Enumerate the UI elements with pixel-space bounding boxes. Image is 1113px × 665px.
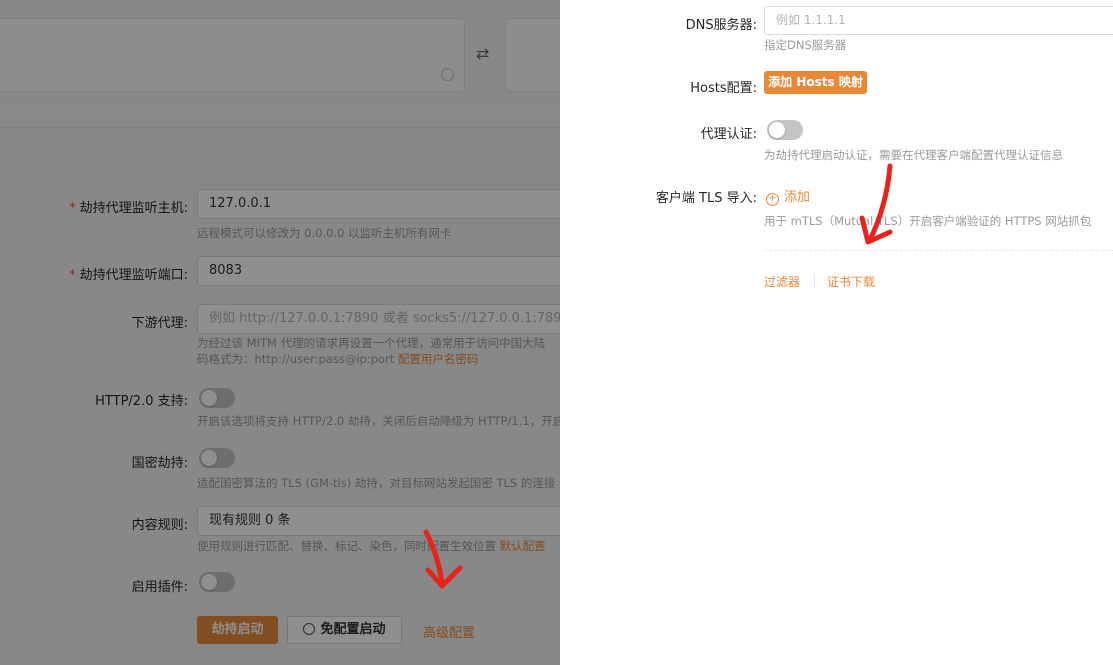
add-hosts-button[interactable]: 添加 Hosts 映射 bbox=[764, 71, 867, 94]
annotation-arrow-right bbox=[859, 163, 893, 245]
drawer-divider bbox=[764, 250, 1113, 251]
advanced-config-drawer bbox=[560, 0, 1113, 665]
tab-separator bbox=[814, 274, 815, 288]
dns-label: DNS服务器: bbox=[685, 18, 757, 33]
client-tls-hint: 用于 mTLS（Mutual TLS）开启客户端验证的 HTTPS 网站抓包 bbox=[764, 214, 1092, 228]
main-page: ⇄ * 劫持代理监听主机: 127.0.0.1 远程模式可以修改为 0.0.0.0… bbox=[0, 0, 560, 665]
proxy-auth-hint: 为劫持代理启动认证，需要在代理客户端配置代理认证信息 bbox=[764, 148, 1063, 162]
dns-hint: 指定DNS服务器 bbox=[764, 38, 847, 52]
annotation-arrow-left bbox=[423, 529, 463, 589]
client-tls-add-label: 添加 bbox=[784, 190, 811, 205]
proxy-auth-label: 代理认证: bbox=[700, 127, 757, 142]
tab-filter[interactable]: 过滤器 bbox=[764, 273, 800, 290]
modal-mask[interactable] bbox=[0, 0, 560, 665]
client-tls-add-button[interactable]: + 添加 bbox=[766, 186, 810, 206]
plus-circle-icon: + bbox=[766, 193, 779, 206]
hosts-label: Hosts配置: bbox=[690, 81, 757, 96]
client-tls-label: 客户端 TLS 导入: bbox=[655, 191, 757, 206]
dns-input[interactable]: 例如 1.1.1.1 bbox=[764, 6, 1113, 35]
proxy-auth-toggle[interactable] bbox=[767, 120, 803, 140]
tab-cert-download[interactable]: 证书下载 bbox=[827, 273, 875, 290]
